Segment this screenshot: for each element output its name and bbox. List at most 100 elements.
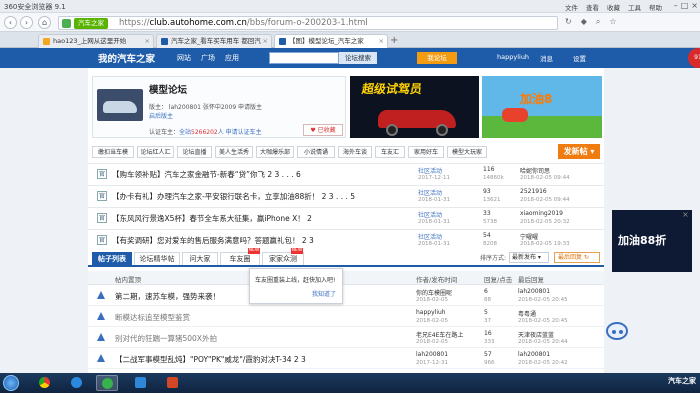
- tab-review[interactable]: 家家众测 NEW: [262, 248, 304, 265]
- start-icon[interactable]: [3, 375, 19, 391]
- pin-up-icon: [97, 333, 105, 341]
- site-logo[interactable]: 我的汽车之家: [98, 51, 155, 65]
- autohome-favicon-icon: [279, 38, 286, 45]
- back-icon[interactable]: ‹: [4, 16, 17, 29]
- ad-banner-driver[interactable]: 超级试驾员: [350, 76, 479, 138]
- circle-tooltip: 车友圈重装上线，赶快加入吧! 我知道了: [249, 268, 343, 304]
- url-input[interactable]: 汽车之家 https://club.autohome.com.cn/bbs/fo…: [58, 16, 558, 30]
- kart-icon: [502, 108, 528, 122]
- lock-icon: [62, 19, 71, 28]
- autohome-favicon-icon: [161, 38, 168, 45]
- tab-featured[interactable]: 论坛精华帖: [134, 252, 180, 265]
- url-text: https://club.autohome.com.cn/bbs/forum-o…: [119, 18, 368, 28]
- header-reply: 回复/点击: [484, 276, 513, 284]
- site-badge: 汽车之家: [74, 18, 108, 29]
- forum-info-card: 模型论坛 版主： lah200801 张怀中2009 申请版主 启后版主 认证车…: [92, 76, 346, 138]
- bird-app-icon[interactable]: [130, 375, 152, 391]
- tab-close-icon[interactable]: ×: [263, 35, 268, 48]
- maximize-icon[interactable]: □: [681, 1, 689, 10]
- menu-help[interactable]: 帮助: [649, 2, 662, 12]
- forum-search-button[interactable]: 论坛搜索: [339, 52, 377, 64]
- home-icon[interactable]: ⌂: [38, 16, 51, 29]
- 360-browser-icon[interactable]: [96, 375, 118, 391]
- category-item[interactable]: 大咖爆乐部: [256, 146, 294, 158]
- header-title: 帖内置顶: [115, 276, 141, 284]
- category-item[interactable]: 美人生活秀: [215, 146, 253, 158]
- category-item[interactable]: 论坛直播: [177, 146, 212, 158]
- pin-up-icon: [97, 312, 105, 320]
- tab-close-icon[interactable]: ×: [145, 35, 150, 48]
- menu-view[interactable]: 查看: [586, 2, 599, 12]
- ie-icon[interactable]: [66, 375, 88, 391]
- official-icon: 官: [97, 213, 107, 223]
- pinned-row[interactable]: 官 【东风风行景逸X5杯】春节全车系大征集，赢iPhone X！ 2 社区活动 2…: [88, 207, 604, 228]
- table-row[interactable]: 别对代的狂踹一算猪500X外拍 老兄E4E车在路上 2018-02-05 16 33…: [88, 328, 604, 348]
- username[interactable]: happyliuh: [497, 53, 529, 61]
- sort-select[interactable]: 最新发布 ▾: [509, 252, 549, 263]
- menu-favorites[interactable]: 收藏: [607, 2, 620, 12]
- nav-site[interactable]: 网站: [177, 53, 191, 63]
- hao123-favicon-icon: [43, 38, 50, 45]
- category-item[interactable]: 论坛红人汇: [137, 146, 174, 158]
- nav-apps[interactable]: 应用: [225, 53, 239, 63]
- refresh-icon[interactable]: ↻: [565, 17, 572, 27]
- tab-autohome[interactable]: 汽车之家_看车买车用车 都回汽 ×: [156, 34, 272, 48]
- my-forum-button[interactable]: 我论坛: [417, 52, 457, 64]
- sort-label: 排序方式:: [480, 255, 507, 262]
- category-item[interactable]: 缴扣当车模: [92, 146, 134, 158]
- category-item[interactable]: 车友汇: [375, 146, 405, 158]
- cert-line: 认证车主：全站5266202人 申请认证车主: [149, 129, 262, 136]
- menu-file[interactable]: 文件: [565, 2, 578, 12]
- robot-assistant-icon[interactable]: [604, 322, 630, 352]
- forum-name: 模型论坛: [149, 85, 188, 96]
- official-icon: 官: [97, 235, 107, 245]
- powerpoint-icon[interactable]: [162, 375, 184, 391]
- tab-circle[interactable]: 车友圈 NEW: [220, 248, 260, 265]
- category-item[interactable]: 海外车谈: [338, 146, 372, 158]
- pinned-row[interactable]: 官 【办卡有礼】办理汽车之家-平安银行联名卡，立享加油88折！ 2 3 . . …: [88, 185, 604, 206]
- table-row[interactable]: 【二战军事模型乱炖】"POY"PK"威龙"/霞豹对决T-34 2 3 lah20…: [88, 349, 604, 369]
- pinned-row[interactable]: 官 【购车领补贴】汽车之家金融节-新春“贷”你飞 2 3 . . . 6 社区活…: [88, 163, 604, 184]
- tab-strip: hao123_上网从这里开始 × 汽车之家_看车买车用车 都回汽 × 【图】模型论坛…: [0, 32, 700, 48]
- nav-plaza[interactable]: 广场: [201, 53, 215, 63]
- table-row[interactable]: 第二期，速苏车模，强势来袭！ 你的车模圈呢 2018-02-05 6 88 lah2…: [88, 286, 604, 306]
- table-row[interactable]: 断模达标追至模型鉴赏 happyliuh 2018-02-05 5 37 粤粤通 20…: [88, 307, 604, 327]
- site-topbar: 我的汽车之家 网站 广场 应用 论坛搜索 我论坛 happyliuh 消息 设置: [0, 48, 700, 68]
- browser-menu: 文件 查看 收藏 工具 帮助: [565, 2, 662, 12]
- category-item[interactable]: 模型大玩家: [447, 146, 487, 158]
- moderator-link[interactable]: 启后版主: [149, 111, 173, 120]
- category-row: 缴扣当车模 论坛红人汇 论坛直播 美人生活秀 大咖爆乐部 小说情诵 海外车谈 车…: [88, 144, 604, 160]
- search-icon[interactable]: ⌕: [596, 17, 600, 27]
- side-ad[interactable]: 加油88折: [612, 210, 692, 272]
- star-icon[interactable]: ☆: [609, 17, 616, 27]
- shield-icon[interactable]: ◆: [581, 17, 587, 27]
- last-reply-button[interactable]: 最后回复 ↻: [554, 252, 600, 263]
- tab-hao123[interactable]: hao123_上网从这里开始 ×: [38, 34, 154, 48]
- messages-link[interactable]: 消息: [540, 53, 553, 63]
- tooltip-dismiss-link[interactable]: 我知道了: [312, 289, 336, 298]
- forum-content: 模型论坛 版主： lah200801 张怀中2009 申请版主 启后版主 认证车…: [88, 68, 604, 373]
- forward-icon[interactable]: ›: [20, 16, 33, 29]
- ad-banner-kart[interactable]: 加油8: [482, 76, 602, 138]
- favorited-button[interactable]: ♥ 已收藏: [303, 124, 343, 136]
- tab-post-list[interactable]: 帖子列表: [92, 252, 132, 265]
- settings-link[interactable]: 设置: [573, 53, 586, 63]
- chrome-icon[interactable]: [34, 375, 56, 391]
- minimize-icon[interactable]: –: [674, 1, 678, 10]
- new-badge: NEW: [291, 248, 303, 254]
- tray-watermark: 汽车之家: [668, 377, 696, 385]
- tab-ask[interactable]: 问大家: [182, 252, 218, 265]
- close-icon[interactable]: ×: [691, 1, 698, 10]
- tab-model-forum[interactable]: 【图】模型论坛_汽车之家 ×: [274, 34, 388, 48]
- category-item[interactable]: 小说情诵: [297, 146, 335, 158]
- new-post-button[interactable]: 发新帖 ▾: [558, 144, 600, 159]
- forum-search-input[interactable]: [269, 52, 339, 64]
- category-item[interactable]: 家用好车: [408, 146, 444, 158]
- header-author: 作者/发布时间: [416, 276, 458, 284]
- pinned-row[interactable]: 官 【有奖调研】您对爱车的售后服务满意吗？答题赢礼包！ 2 3 社区活动 2018…: [88, 229, 604, 250]
- menu-tools[interactable]: 工具: [628, 2, 641, 12]
- pin-up-icon: [97, 291, 105, 299]
- tab-close-icon[interactable]: ×: [379, 35, 384, 48]
- new-tab-icon[interactable]: +: [390, 35, 398, 46]
- close-ad-icon[interactable]: ×: [682, 210, 689, 219]
